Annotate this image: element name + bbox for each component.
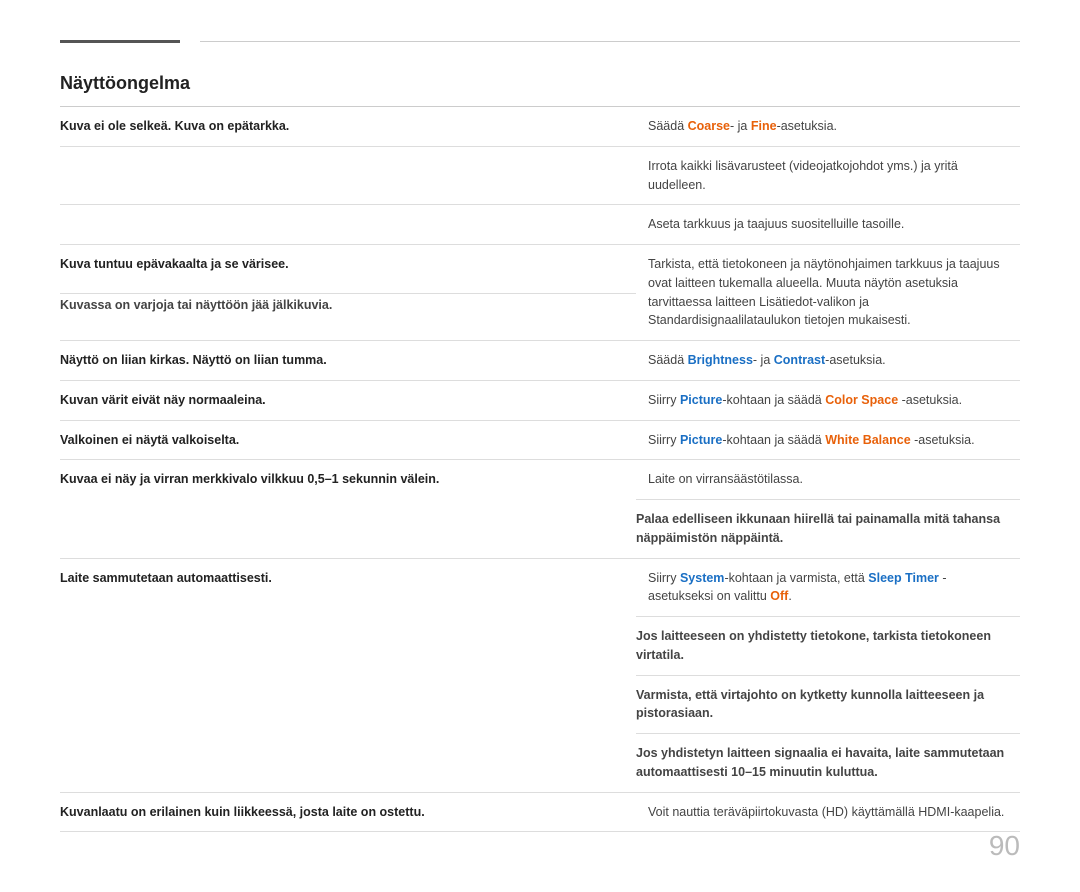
highlight-coarse: Coarse <box>688 119 730 133</box>
problem-cell: Kuvassa on varjoja tai näyttöön jää jälk… <box>60 294 636 341</box>
solution-cell: Tarkista, että tietokoneen ja näytönohja… <box>636 245 1020 341</box>
table-row: Näyttö on liian kirkas. Näyttö on liian … <box>60 341 1020 381</box>
table-row: Kuvanlaatu on erilainen kuin liikkeessä,… <box>60 792 1020 832</box>
highlight-contrast: Contrast <box>774 353 825 367</box>
top-bar-line <box>200 41 1020 42</box>
table-row: Kuvan värit eivät näy normaaleina. Siirr… <box>60 380 1020 420</box>
page-title: Näyttöongelma <box>60 73 1020 94</box>
solution-cell: Irrota kaikki lisävarusteet (videojatkoj… <box>636 146 1020 205</box>
problem-cell: Kuvanlaatu on erilainen kuin liikkeessä,… <box>60 792 636 832</box>
table-row: Kuvaa ei näy ja virran merkkivalo vilkku… <box>60 460 1020 500</box>
solution-cell: Jos laitteeseen on yhdistetty tietokone,… <box>636 617 1020 676</box>
problem-cell-empty <box>60 205 636 245</box>
page-number: 90 <box>989 830 1020 862</box>
highlight-whitebalance: White Balance <box>825 433 910 447</box>
highlight-picture1: Picture <box>680 393 722 407</box>
solution-cell: Varmista, että virtajohto on kytketty ku… <box>636 675 1020 734</box>
solution-cell: Siirry Picture-kohtaan ja säädä Color Sp… <box>636 380 1020 420</box>
solution-cell: Siirry Picture-kohtaan ja säädä White Ba… <box>636 420 1020 460</box>
highlight-picture2: Picture <box>680 433 722 447</box>
solution-cell: Säädä Coarse- ja Fine-asetuksia. <box>636 107 1020 146</box>
top-bar <box>60 40 1020 43</box>
highlight-system: System <box>680 571 724 585</box>
solution-cell: Voit nauttia teräväpiirtokuvasta (HD) kä… <box>636 792 1020 832</box>
problem-cell-empty <box>60 146 636 205</box>
solution-cell: Palaa edelliseen ikkunaan hiirellä tai p… <box>636 500 1020 559</box>
highlight-off: Off <box>770 589 788 603</box>
solution-cell: Säädä Brightness- ja Contrast-asetuksia. <box>636 341 1020 381</box>
top-bar-accent <box>60 40 180 43</box>
solution-cell: Siirry System-kohtaan ja varmista, että … <box>636 558 1020 617</box>
content-table: Kuva ei ole selkeä. Kuva on epätarkka. S… <box>60 107 1020 832</box>
problem-cell: Kuva tuntuu epävakaalta ja se värisee. <box>60 245 636 294</box>
problem-cell: Laite sammutetaan automaattisesti. <box>60 558 636 792</box>
table-row: Kuva ei ole selkeä. Kuva on epätarkka. S… <box>60 107 1020 146</box>
page-container: Näyttöongelma Kuva ei ole selkeä. Kuva o… <box>0 0 1080 892</box>
problem-cell: Näyttö on liian kirkas. Näyttö on liian … <box>60 341 636 381</box>
table-row: Laite sammutetaan automaattisesti. Siirr… <box>60 558 1020 617</box>
table-row: Aseta tarkkuus ja taajuus suositelluille… <box>60 205 1020 245</box>
problem-cell: Valkoinen ei näytä valkoiselta. <box>60 420 636 460</box>
problem-cell: Kuvaa ei näy ja virran merkkivalo vilkku… <box>60 460 636 558</box>
highlight-colorspace: Color Space <box>825 393 898 407</box>
highlight-sleeptimer: Sleep Timer <box>868 571 939 585</box>
solution-cell: Laite on virransäästötilassa. <box>636 460 1020 500</box>
table-row: Irrota kaikki lisävarusteet (videojatkoj… <box>60 146 1020 205</box>
solution-cell: Aseta tarkkuus ja taajuus suositelluille… <box>636 205 1020 245</box>
highlight-brightness: Brightness <box>688 353 753 367</box>
highlight-fine: Fine <box>751 119 777 133</box>
table-row: Valkoinen ei näytä valkoiselta. Siirry P… <box>60 420 1020 460</box>
problem-cell: Kuva ei ole selkeä. Kuva on epätarkka. <box>60 107 636 146</box>
table-row: Kuva tuntuu epävakaalta ja se värisee. T… <box>60 245 1020 294</box>
problem-cell: Kuvan värit eivät näy normaaleina. <box>60 380 636 420</box>
